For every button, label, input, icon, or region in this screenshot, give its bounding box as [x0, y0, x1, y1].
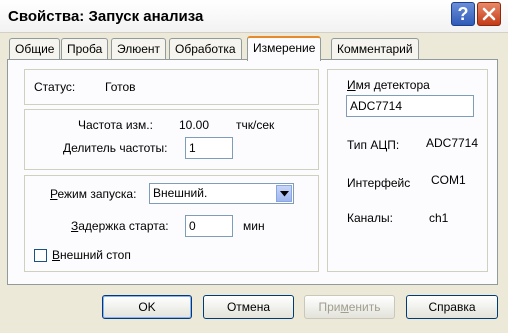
frequency-label: Частота изм.:	[78, 118, 153, 132]
cancel-button[interactable]: Отмена	[203, 295, 294, 319]
close-icon	[482, 7, 496, 21]
tab-general[interactable]: Общие	[9, 38, 61, 59]
question-icon: ?	[457, 3, 469, 24]
divider-label: Делитель частоты:	[63, 141, 168, 155]
launch-mode-label: Режим запуска:	[50, 187, 137, 201]
tab-sample[interactable]: Проба	[61, 38, 109, 59]
adc-type-value: ADC7714	[426, 136, 479, 150]
frequency-group	[24, 109, 319, 170]
tab-eluent[interactable]: Элюент	[111, 38, 167, 59]
adc-type-label: Тип АЦП:	[347, 138, 400, 152]
status-label: Статус:	[34, 80, 76, 94]
start-delay-label: Задержка старта:	[71, 219, 169, 233]
tab-measurement[interactable]: Измерение	[247, 36, 322, 61]
ok-button[interactable]: OK	[102, 295, 192, 319]
frequency-value: 10.00	[179, 118, 210, 132]
close-title-button[interactable]	[477, 2, 501, 26]
tab-processing[interactable]: Обработка	[169, 38, 242, 59]
tab-label: Измерение	[253, 41, 316, 55]
tab-label: Обработка	[175, 42, 236, 56]
tab-label: Проба	[67, 42, 103, 56]
launch-mode-select[interactable]: Внешний.	[149, 183, 294, 204]
external-stop-label: Внешний стоп	[52, 248, 131, 262]
measurement-panel: Статус: Готов Частота изм.: 10.00 тчк/се…	[7, 59, 498, 285]
channels-label: Каналы:	[347, 211, 393, 225]
help-button[interactable]: Справка	[406, 295, 498, 319]
launch-mode-value: Внешний.	[153, 186, 208, 200]
start-delay-input[interactable]: 0	[185, 215, 233, 237]
apply-button[interactable]: Применить	[304, 295, 395, 319]
tab-label: Общие	[15, 42, 55, 56]
title-bar: Свойства: Запуск анализа ?	[0, 0, 508, 33]
status-value: Готов	[105, 80, 136, 94]
divider-input[interactable]: 1	[185, 137, 233, 159]
external-stop-checkbox[interactable]	[34, 249, 47, 262]
detector-name-input[interactable]: ADC7714	[346, 95, 474, 117]
frequency-unit: тчк/сек	[236, 118, 275, 132]
help-title-button[interactable]: ?	[451, 2, 475, 26]
interface-label: Интерфейс	[347, 176, 411, 190]
tab-label: Комментарий	[337, 42, 413, 56]
start-delay-unit: мин	[243, 219, 265, 233]
tab-comment[interactable]: Комментарий	[331, 38, 419, 59]
chevron-down-icon[interactable]	[276, 185, 292, 202]
interface-value: COM1	[431, 173, 466, 187]
tab-label: Элюент	[117, 42, 161, 56]
window-title: Свойства: Запуск анализа	[8, 8, 204, 25]
detector-name-label: Имя детектора	[347, 78, 430, 92]
channels-value: ch1	[429, 211, 449, 225]
